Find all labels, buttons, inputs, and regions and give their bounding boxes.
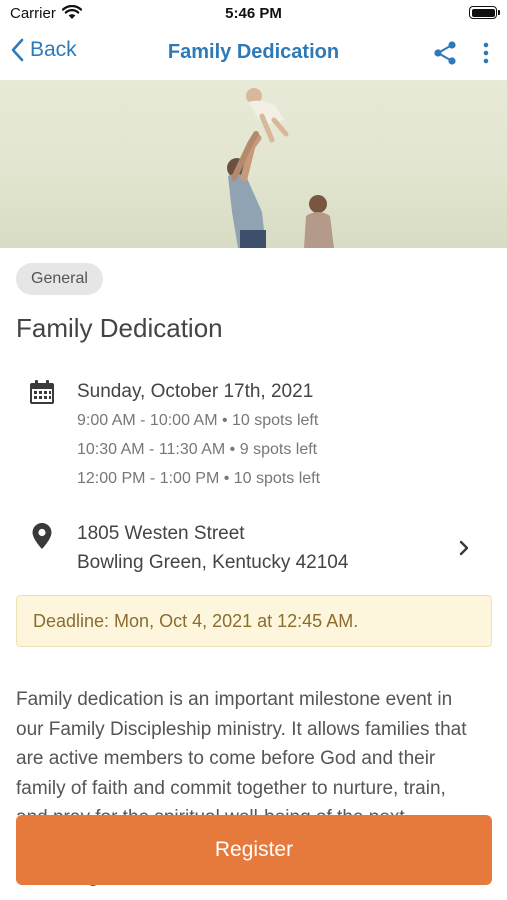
location-row[interactable]: 1805 Westen Street Bowling Green, Kentuc… xyxy=(0,516,507,582)
description-line: our Family Discipleship ministry. It all… xyxy=(16,718,467,740)
share-button[interactable] xyxy=(432,40,458,71)
back-button[interactable]: Back xyxy=(10,38,77,62)
event-title: Family Dedication xyxy=(16,313,223,343)
time-slot: 10:30 AM - 11:30 AM • 9 spots left xyxy=(77,441,318,458)
status-bar: Carrier 5:46 PM xyxy=(0,0,507,28)
deadline-notice: Deadline: Mon, Oct 4, 2021 at 12:45 AM. xyxy=(16,595,492,647)
description-line: family of faith and commit together to n… xyxy=(16,777,446,799)
address-line-2: Bowling Green, Kentucky 42104 xyxy=(77,552,349,573)
category-badge: General xyxy=(16,263,103,295)
back-label: Back xyxy=(30,38,77,61)
event-date: Sunday, October 17th, 2021 xyxy=(77,381,314,402)
description-line: are active members to come before God an… xyxy=(16,748,436,769)
status-time: 5:46 PM xyxy=(225,5,282,22)
address-line-1: 1805 Westen Street xyxy=(77,523,245,544)
time-slot: 12:00 PM - 1:00 PM • 10 spots left xyxy=(77,470,321,487)
chevron-right-icon xyxy=(457,539,471,562)
share-icon xyxy=(434,41,456,65)
more-options-button[interactable] xyxy=(478,40,494,71)
chevron-left-icon xyxy=(11,38,24,62)
battery-icon xyxy=(469,6,500,19)
calendar-icon xyxy=(29,379,55,410)
location-pin-icon xyxy=(31,522,53,555)
register-button[interactable]: Register xyxy=(16,815,492,885)
time-slot: 9:00 AM - 10:00 AM • 10 spots left xyxy=(77,412,319,429)
more-vertical-icon xyxy=(483,42,489,64)
event-hero-image xyxy=(0,80,507,248)
navigation-bar: Back Family Dedication xyxy=(0,28,507,80)
description-line: Family dedication is an important milest… xyxy=(16,689,453,710)
